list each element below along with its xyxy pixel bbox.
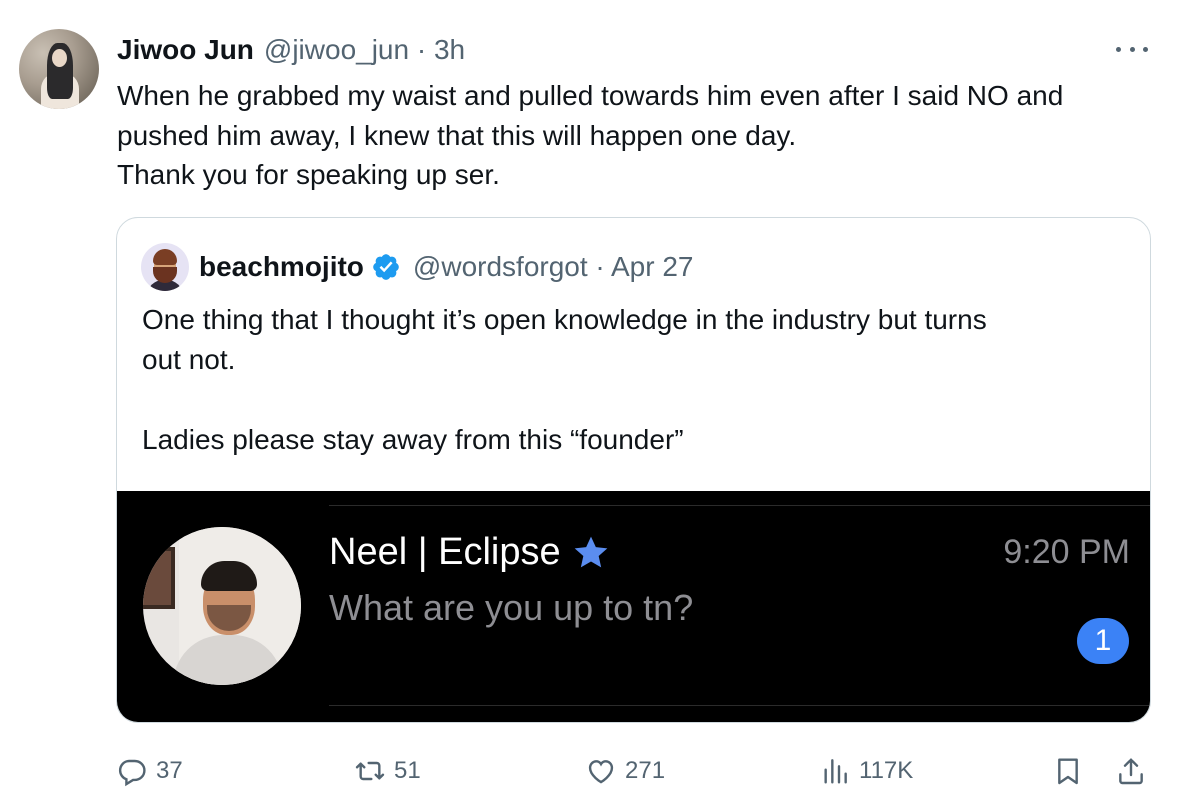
bookmark-icon	[1058, 758, 1078, 785]
reply-count: 37	[156, 757, 183, 784]
bookmark-button[interactable]	[1052, 748, 1084, 794]
retweet-button[interactable]: 51	[354, 748, 421, 794]
tweet-line: pushed him away, I knew that this will h…	[117, 119, 797, 151]
avatar-picture-frame	[143, 547, 175, 609]
divider	[329, 705, 1150, 706]
tweet-header: Jiwoo Jun @jiwoo_jun · 3h	[117, 33, 465, 67]
retweet-icon	[355, 761, 385, 781]
retweet-count: 51	[394, 757, 421, 784]
unread-badge: 1	[1077, 618, 1129, 664]
avatar-figure-face	[52, 49, 67, 67]
tweet-line: Thank you for speaking up ser.	[117, 159, 500, 190]
reply-button[interactable]: 37	[116, 748, 183, 794]
message-preview: What are you up to tn?	[329, 587, 694, 628]
analytics-icon	[824, 759, 847, 784]
divider	[329, 505, 1150, 506]
quoted-text: One thing that I thought it’s open knowl…	[142, 300, 1132, 460]
heart-icon	[588, 760, 614, 784]
author-handle-and-time[interactable]: @jiwoo_jun · 3h	[264, 34, 465, 66]
quoted-line: Ladies please stay away from this “found…	[142, 424, 684, 455]
dot	[1116, 46, 1121, 52]
like-count: 271	[625, 757, 666, 784]
avatar-hair	[153, 249, 177, 265]
verified-badge-icon	[373, 254, 399, 280]
author-avatar[interactable]	[19, 29, 99, 109]
quoted-line: One thing that I thought it’s open knowl…	[142, 304, 987, 335]
message-time: 9:20 PM	[1003, 533, 1130, 571]
dot	[1129, 46, 1135, 52]
contact-name: Neel | Eclipse	[329, 531, 561, 573]
tweet-line: When he grabbed my waist and pulled towa…	[117, 80, 1064, 111]
action-bar: 37 51 271 117K	[0, 748, 1180, 794]
tweet-text: When he grabbed my waist and pulled towa…	[117, 76, 1167, 195]
share-icon	[1119, 758, 1143, 785]
views-count: 117K	[859, 757, 914, 784]
quoted-author-avatar[interactable]	[141, 243, 189, 291]
star-icon	[574, 536, 607, 567]
reply-icon	[118, 759, 146, 787]
views-button[interactable]: 117K	[819, 748, 913, 794]
quoted-author-name[interactable]: beachmojito	[199, 251, 364, 283]
quoted-header: beachmojito @wordsforgot · Apr 27	[199, 249, 693, 285]
contact-name-row: Neel | Eclipse	[329, 531, 611, 574]
avatar-hair	[201, 561, 257, 591]
dot	[1143, 46, 1148, 52]
contact-avatar	[143, 527, 301, 685]
author-name[interactable]: Jiwoo Jun	[117, 34, 254, 66]
share-button[interactable]	[1115, 748, 1147, 794]
quoted-handle-and-date[interactable]: @wordsforgot · Apr 27	[413, 251, 694, 283]
like-button[interactable]: 271	[585, 748, 665, 794]
more-options-icon[interactable]	[1112, 36, 1152, 62]
quoted-media-screenshot[interactable]: Neel | Eclipse 9:20 PM What are you up t…	[117, 491, 1150, 722]
quoted-tweet-card[interactable]: beachmojito @wordsforgot · Apr 27 One th…	[116, 217, 1151, 723]
quoted-line: out not.	[142, 344, 236, 375]
